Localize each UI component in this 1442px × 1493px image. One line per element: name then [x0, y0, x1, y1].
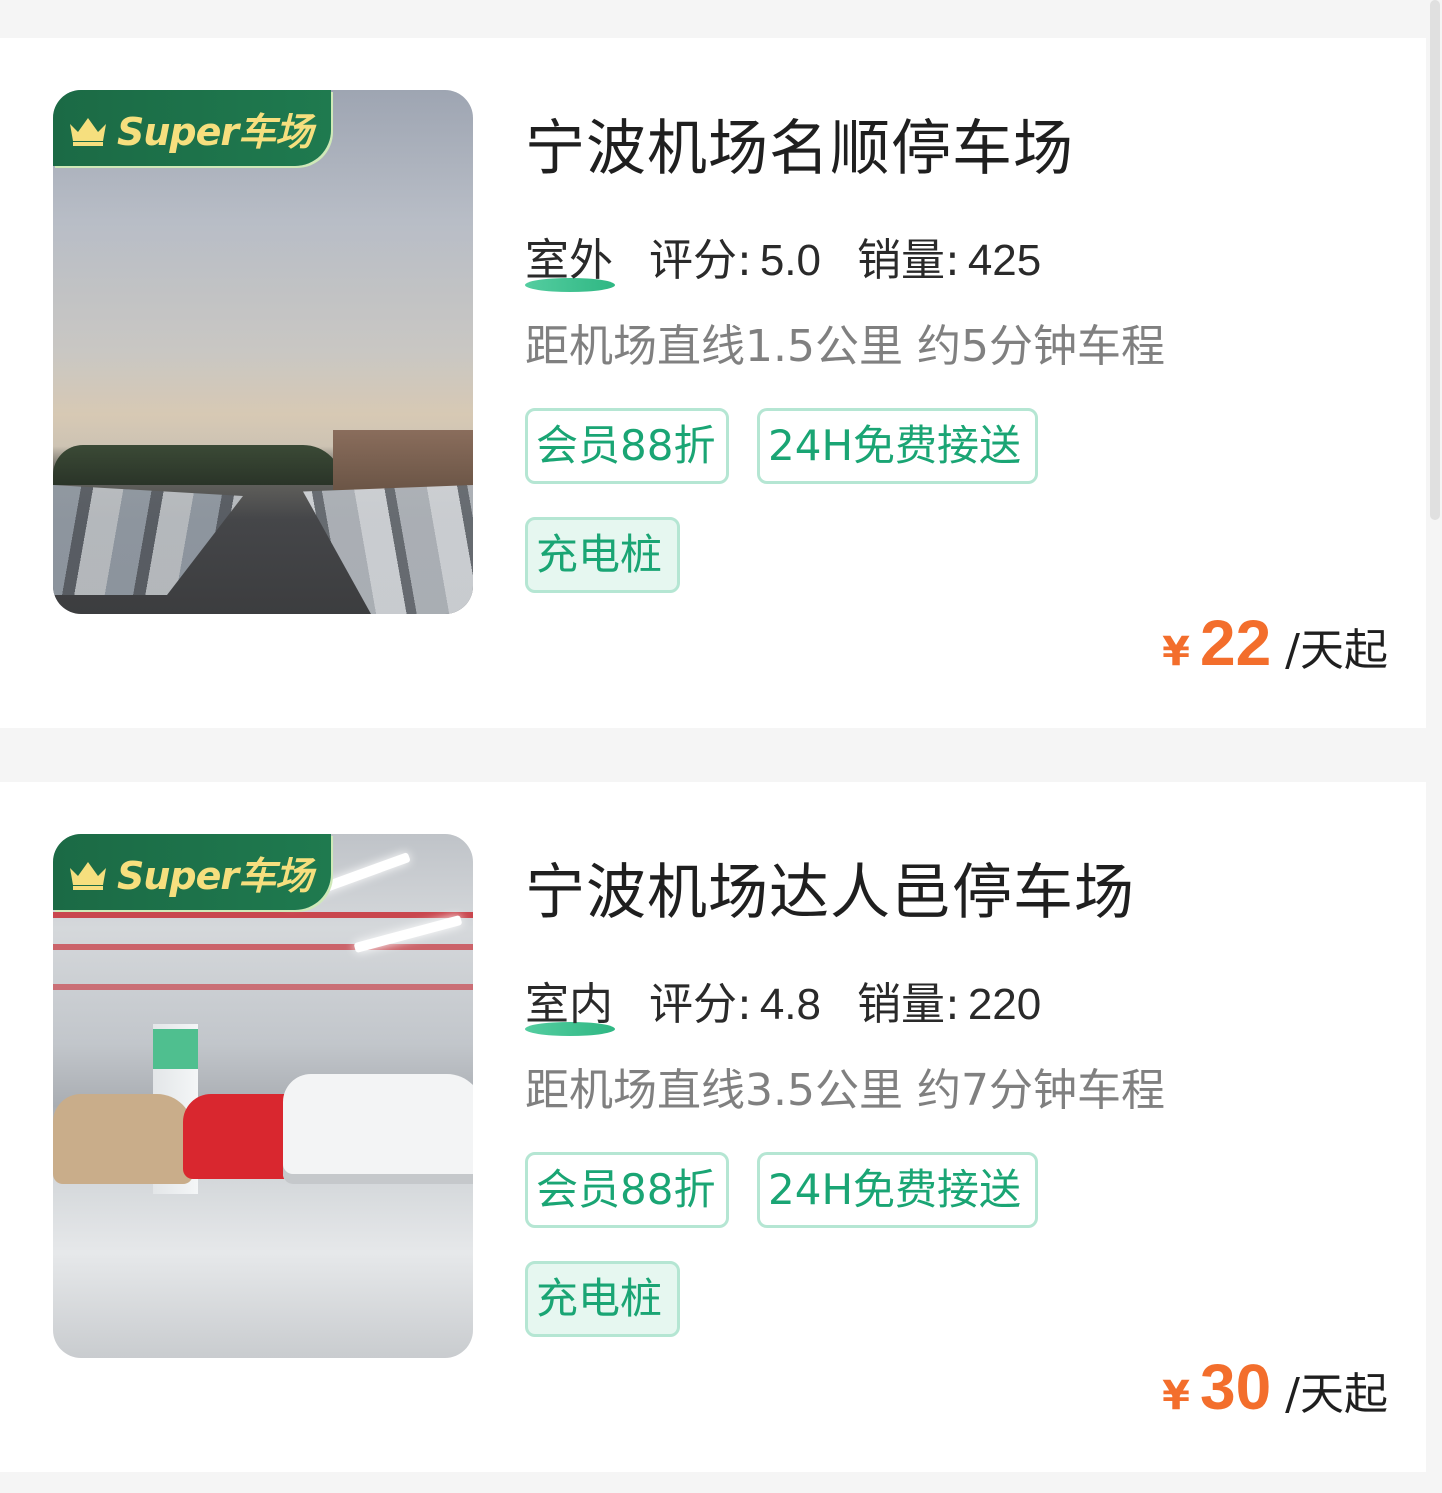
currency-symbol: ¥: [1162, 1373, 1190, 1419]
distance-text: 距机场直线3.5公里 约7分钟车程: [525, 1065, 1165, 1116]
parking-card[interactable]: Super车场 宁波机场达人邑停车场 室内 评分: 4.8 销量: 220 距机…: [0, 782, 1426, 1472]
crown-icon: [70, 118, 106, 146]
score-label: 评分:: [649, 235, 752, 286]
tag-free-shuttle: 24H免费接送: [757, 408, 1038, 484]
parking-card[interactable]: Super车场 宁波机场名顺停车场 室外 评分: 5.0 销量: 425 距机场…: [0, 38, 1426, 728]
price-amount: 22: [1199, 607, 1272, 679]
outdoor-lot-image: [53, 90, 473, 614]
environment-label: 室内: [525, 968, 615, 1036]
sales-value: 425: [967, 236, 1042, 285]
tag-charging-pile: 充电桩: [525, 517, 680, 593]
parking-list: Super车场 宁波机场名顺停车场 室外 评分: 5.0 销量: 425 距机场…: [0, 0, 1442, 1493]
parking-meta: 室内 评分: 4.8 销量: 220: [525, 968, 1042, 1036]
environment-label: 室外: [525, 224, 615, 292]
score-label: 评分:: [649, 979, 752, 1030]
super-lot-badge: Super车场: [53, 90, 331, 166]
score-value: 5.0: [759, 236, 821, 285]
tag-member-discount: 会员88折: [525, 408, 729, 484]
price-unit: /天起: [1285, 625, 1388, 676]
super-lot-badge: Super车场: [53, 834, 331, 910]
scrollbar[interactable]: [1430, 0, 1440, 520]
tag-charging-pile: 充电桩: [525, 1261, 680, 1337]
tag-free-shuttle: 24H免费接送: [757, 1152, 1038, 1228]
sales-label: 销量:: [857, 235, 960, 286]
distance-text: 距机场直线1.5公里 约5分钟车程: [525, 321, 1165, 372]
parking-photo: Super车场: [53, 834, 473, 1358]
parking-info: 宁波机场达人邑停车场 室内 评分: 4.8 销量: 220 距机场直线3.5公里…: [525, 782, 1426, 1472]
super-badge-label: Super车场: [117, 853, 313, 898]
parking-name[interactable]: 宁波机场名顺停车场: [525, 100, 1074, 187]
crown-icon: [70, 862, 106, 890]
price-amount: 30: [1199, 1351, 1272, 1423]
indoor-lot-image: [53, 834, 473, 1358]
super-badge-label: Super车场: [117, 109, 313, 154]
parking-photo: Super车场: [53, 90, 473, 614]
price-unit: /天起: [1285, 1369, 1388, 1420]
price: ¥ 30 /天起: [1162, 1350, 1388, 1424]
currency-symbol: ¥: [1162, 629, 1190, 675]
price: ¥ 22 /天起: [1162, 606, 1388, 680]
parking-info: 宁波机场名顺停车场 室外 评分: 5.0 销量: 425 距机场直线1.5公里 …: [525, 38, 1426, 728]
score-value: 4.8: [759, 980, 821, 1029]
sales-value: 220: [967, 980, 1042, 1029]
sales-label: 销量:: [857, 979, 960, 1030]
tag-member-discount: 会员88折: [525, 1152, 729, 1228]
parking-meta: 室外 评分: 5.0 销量: 425: [525, 224, 1042, 292]
parking-name[interactable]: 宁波机场达人邑停车场: [525, 844, 1135, 931]
